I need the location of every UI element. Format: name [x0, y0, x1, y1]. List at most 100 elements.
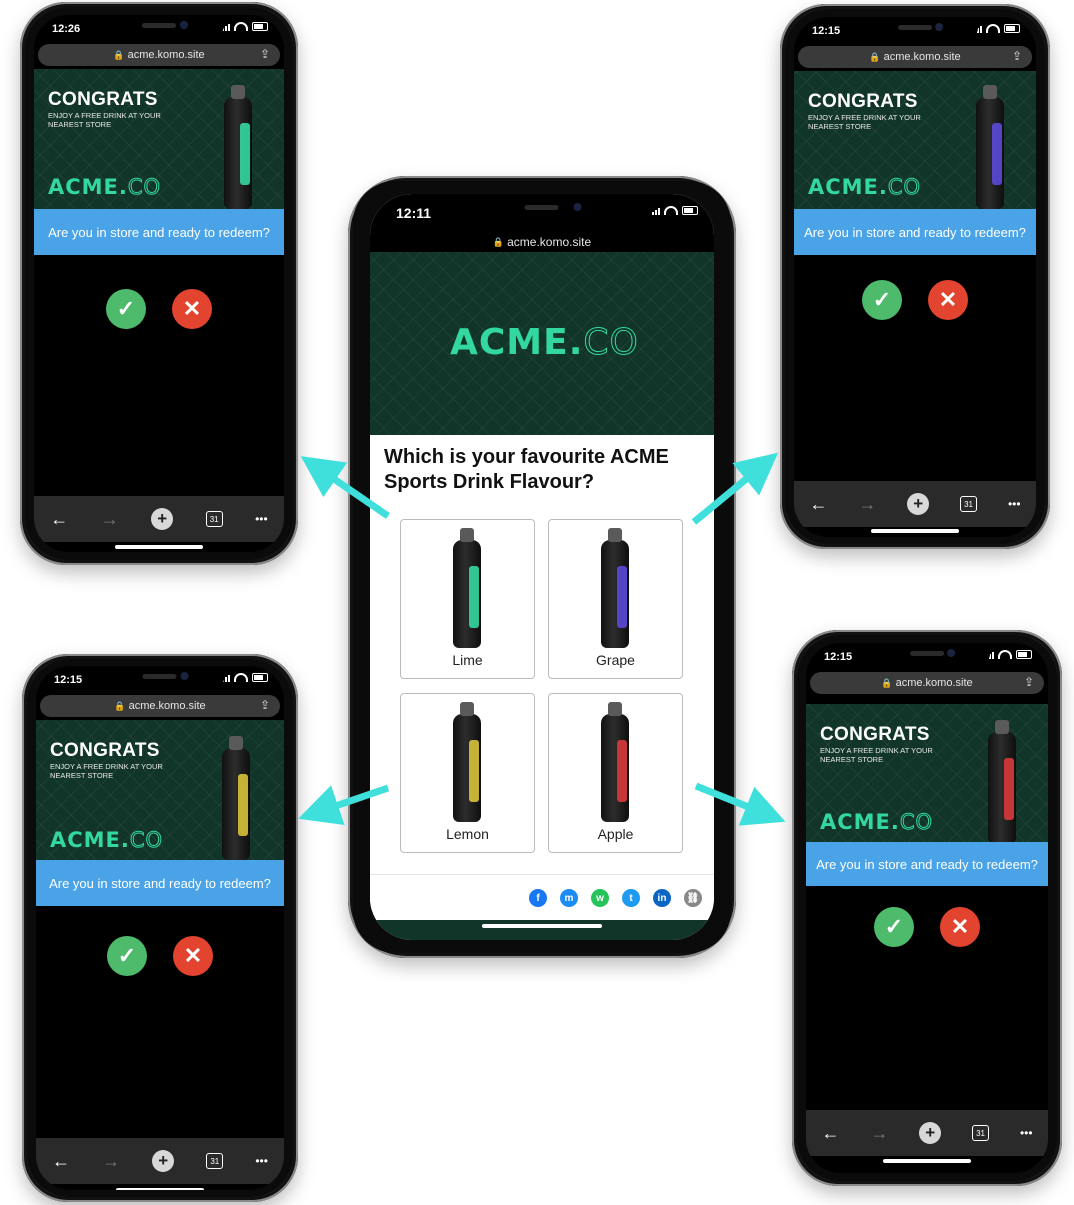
lime-bottle-image: [453, 528, 481, 648]
promo-banner: CONGRATS ENJOY A FREE DRINK AT YOUR NEAR…: [34, 69, 284, 209]
more-icon[interactable]: •••: [255, 512, 268, 526]
phone-center: 12:11 🔒 acme.komo.site ACME.CO Which is …: [348, 176, 736, 958]
status-time: 12:15: [812, 25, 841, 37]
congrats-subtitle: ENJOY A FREE DRINK AT YOUR NEAREST STORE: [50, 762, 163, 780]
share-icon[interactable]: ⇪: [260, 47, 270, 61]
status-icons: [652, 206, 698, 215]
cancel-button[interactable]: ✕: [940, 907, 980, 947]
home-indicator: [115, 545, 203, 549]
browser-toolbar: ← → + 31 •••: [794, 481, 1036, 527]
option-card-lime[interactable]: Lime: [400, 519, 535, 679]
redeem-question: Are you in store and ready to redeem?: [36, 860, 284, 906]
new-tab-button[interactable]: +: [907, 493, 930, 515]
forward-icon[interactable]: →: [101, 509, 119, 530]
screen: 12:15 🔒 acme.komo.site ⇪ CONGRATS ENJOY …: [36, 666, 284, 1190]
status-time: 12:11: [396, 205, 432, 221]
status-icons: [222, 22, 268, 31]
brand-logo: ACME.CO: [450, 322, 639, 364]
drink-bottle-image: [224, 85, 252, 209]
share-icon[interactable]: ⇪: [260, 698, 270, 712]
option-label: Lemon: [446, 826, 489, 842]
twitter-icon[interactable]: t: [622, 889, 640, 907]
share-icon[interactable]: ⇪: [1024, 675, 1034, 689]
more-icon[interactable]: •••: [255, 1154, 268, 1168]
address-bar[interactable]: 🔒 acme.komo.site: [370, 232, 714, 252]
brand-banner: ACME.CO: [370, 252, 714, 435]
whatsapp-icon[interactable]: w: [591, 889, 609, 907]
option-card-grape[interactable]: Grape: [548, 519, 683, 679]
confirm-button[interactable]: ✓: [862, 280, 902, 320]
new-tab-button[interactable]: +: [919, 1122, 942, 1144]
status-icons: [974, 24, 1020, 33]
promo-banner: CONGRATS ENJOY A FREE DRINK AT YOUR NEAR…: [806, 704, 1048, 842]
more-icon[interactable]: •••: [1008, 497, 1021, 511]
phone-bottom-left: 12:15 🔒 acme.komo.site ⇪ CONGRATS ENJOY …: [22, 654, 298, 1202]
wifi-icon: [998, 650, 1012, 659]
battery-icon: [252, 22, 268, 31]
wifi-icon: [664, 206, 678, 215]
confirm-button[interactable]: ✓: [874, 907, 914, 947]
cancel-button[interactable]: ✕: [173, 936, 213, 976]
messenger-icon[interactable]: m: [560, 889, 578, 907]
redeem-actions: ✓ ✕: [794, 280, 1036, 320]
cancel-button[interactable]: ✕: [172, 289, 212, 329]
battery-icon: [1016, 650, 1032, 659]
divider: [370, 874, 714, 875]
share-icon[interactable]: ⇪: [1012, 49, 1022, 63]
redeem-actions: ✓ ✕: [806, 907, 1048, 947]
congrats-subtitle: ENJOY A FREE DRINK AT YOUR NEAREST STORE: [48, 111, 161, 129]
confirm-button[interactable]: ✓: [106, 289, 146, 329]
forward-icon[interactable]: →: [858, 494, 876, 515]
option-card-lemon[interactable]: Lemon: [400, 693, 535, 853]
battery-icon: [682, 206, 698, 215]
promo-banner: CONGRATS ENJOY A FREE DRINK AT YOUR NEAR…: [794, 71, 1036, 209]
link-icon[interactable]: ⛓: [684, 889, 702, 907]
home-indicator: [482, 924, 602, 928]
new-tab-button[interactable]: +: [151, 508, 174, 530]
confirm-button[interactable]: ✓: [107, 936, 147, 976]
screen: 12:15 🔒 acme.komo.site ⇪ CONGRATS ENJOY …: [806, 643, 1048, 1173]
address-bar[interactable]: 🔒 acme.komo.site ⇪: [810, 672, 1044, 694]
option-label: Grape: [596, 652, 635, 668]
tab-count-button[interactable]: 31: [972, 1125, 990, 1141]
tab-count-button[interactable]: 31: [206, 1153, 224, 1169]
forward-icon[interactable]: →: [870, 1123, 888, 1144]
battery-icon: [1004, 24, 1020, 33]
tab-count-button[interactable]: 31: [960, 496, 978, 512]
brand-logo: ACME.CO: [48, 175, 162, 200]
redeem-question: Are you in store and ready to redeem?: [806, 842, 1048, 886]
wifi-icon: [986, 24, 1000, 33]
facebook-icon[interactable]: f: [529, 889, 547, 907]
lock-icon: 🔒: [114, 700, 126, 711]
address-bar[interactable]: 🔒 acme.komo.site ⇪: [40, 695, 280, 717]
phone-top-right: 12:15 🔒 acme.komo.site ⇪ CONGRATS ENJOY …: [780, 4, 1050, 549]
congrats-title: CONGRATS: [808, 91, 918, 112]
quiz-question: Which is your favourite ACME Sports Drin…: [370, 435, 714, 511]
address-bar[interactable]: 🔒 acme.komo.site ⇪: [798, 46, 1032, 68]
notch: [95, 666, 225, 692]
option-label: Lime: [452, 652, 483, 668]
option-card-apple[interactable]: Apple: [548, 693, 683, 853]
browser-toolbar: ← → + 31 •••: [36, 1138, 284, 1184]
screen: 12:15 🔒 acme.komo.site ⇪ CONGRATS ENJOY …: [794, 17, 1036, 537]
brand-logo: ACME.CO: [808, 175, 922, 200]
more-icon[interactable]: •••: [1020, 1126, 1033, 1140]
url-text: acme.komo.site: [883, 51, 961, 63]
url-text: acme.komo.site: [895, 677, 973, 689]
back-icon[interactable]: ←: [809, 494, 827, 515]
home-indicator: [883, 1159, 971, 1163]
back-icon[interactable]: ←: [52, 1151, 70, 1172]
linkedin-icon[interactable]: in: [653, 889, 671, 907]
back-icon[interactable]: ←: [821, 1123, 839, 1144]
notch: [852, 17, 978, 43]
grape-bottle-image: [601, 528, 629, 648]
notch: [452, 194, 632, 226]
cancel-button[interactable]: ✕: [928, 280, 968, 320]
url-text: acme.komo.site: [127, 49, 205, 61]
back-icon[interactable]: ←: [50, 509, 68, 530]
forward-icon[interactable]: →: [102, 1151, 120, 1172]
address-bar[interactable]: 🔒 acme.komo.site ⇪: [38, 44, 280, 66]
new-tab-button[interactable]: +: [152, 1150, 175, 1172]
brand-logo: ACME.CO: [50, 828, 164, 853]
tab-count-button[interactable]: 31: [205, 511, 223, 527]
